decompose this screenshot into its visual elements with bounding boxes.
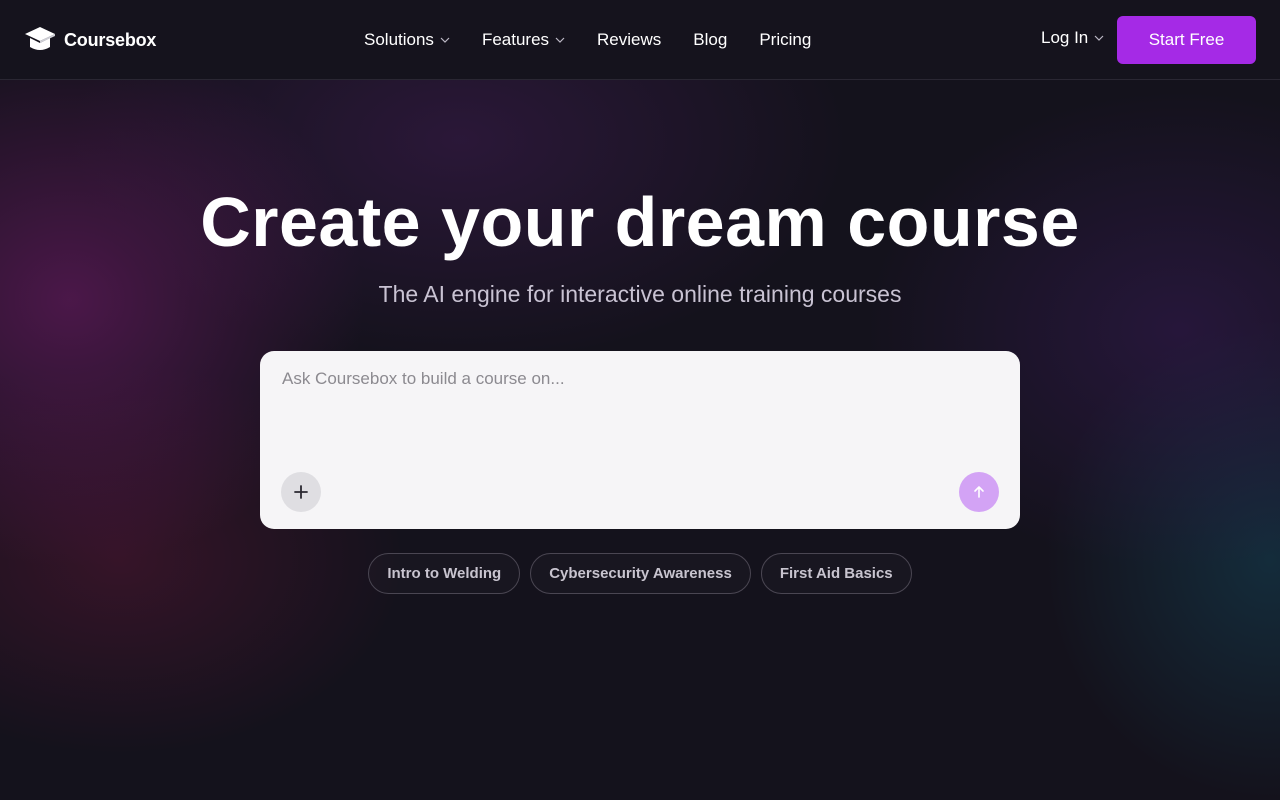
course-prompt-box [260,351,1020,529]
nav-pricing-label: Pricing [759,30,812,49]
graduation-cap-icon [25,27,55,50]
brand-name: Coursebox [64,29,157,50]
hero-subtitle: The AI engine for interactive online tra… [378,281,902,307]
nav-solutions[interactable]: Solutions [364,30,450,50]
send-button[interactable] [959,472,999,512]
arrow-up-icon [974,486,984,498]
suggestion-chips: Intro to Welding Cybersecurity Awareness… [0,553,1280,594]
login-label: Log In [1041,28,1089,47]
start-free-button[interactable]: Start Free [1117,16,1256,64]
nav-solutions-label: Solutions [364,30,434,49]
chevron-down-icon [555,37,565,43]
course-prompt-input[interactable] [280,369,984,449]
chevron-down-icon [440,37,450,43]
nav-blog-label: Blog [693,30,728,49]
nav-reviews-label: Reviews [597,30,662,49]
nav-features[interactable]: Features [482,30,565,50]
suggestion-chip[interactable]: Intro to Welding [368,553,521,594]
nav-features-label: Features [481,30,550,49]
suggestion-chip[interactable]: Cybersecurity Awareness [530,553,751,594]
chevron-down-icon [1094,35,1104,41]
nav-reviews[interactable]: Reviews [597,30,661,50]
hero-title: Create your dream course [200,183,1080,261]
nav-pricing[interactable]: Pricing [759,30,811,50]
site-header: Coursebox Solutions Features Reviews Blo… [0,0,1280,80]
plus-icon [294,485,308,499]
nav-blog[interactable]: Blog [693,30,727,50]
login-menu[interactable]: Log In [1041,28,1104,48]
attach-button[interactable] [281,472,321,512]
suggestion-chip[interactable]: First Aid Basics [760,553,912,594]
main-nav: Solutions Features Reviews Blog Pricing [364,28,843,52]
brand-logo[interactable]: Coursebox [24,24,156,56]
